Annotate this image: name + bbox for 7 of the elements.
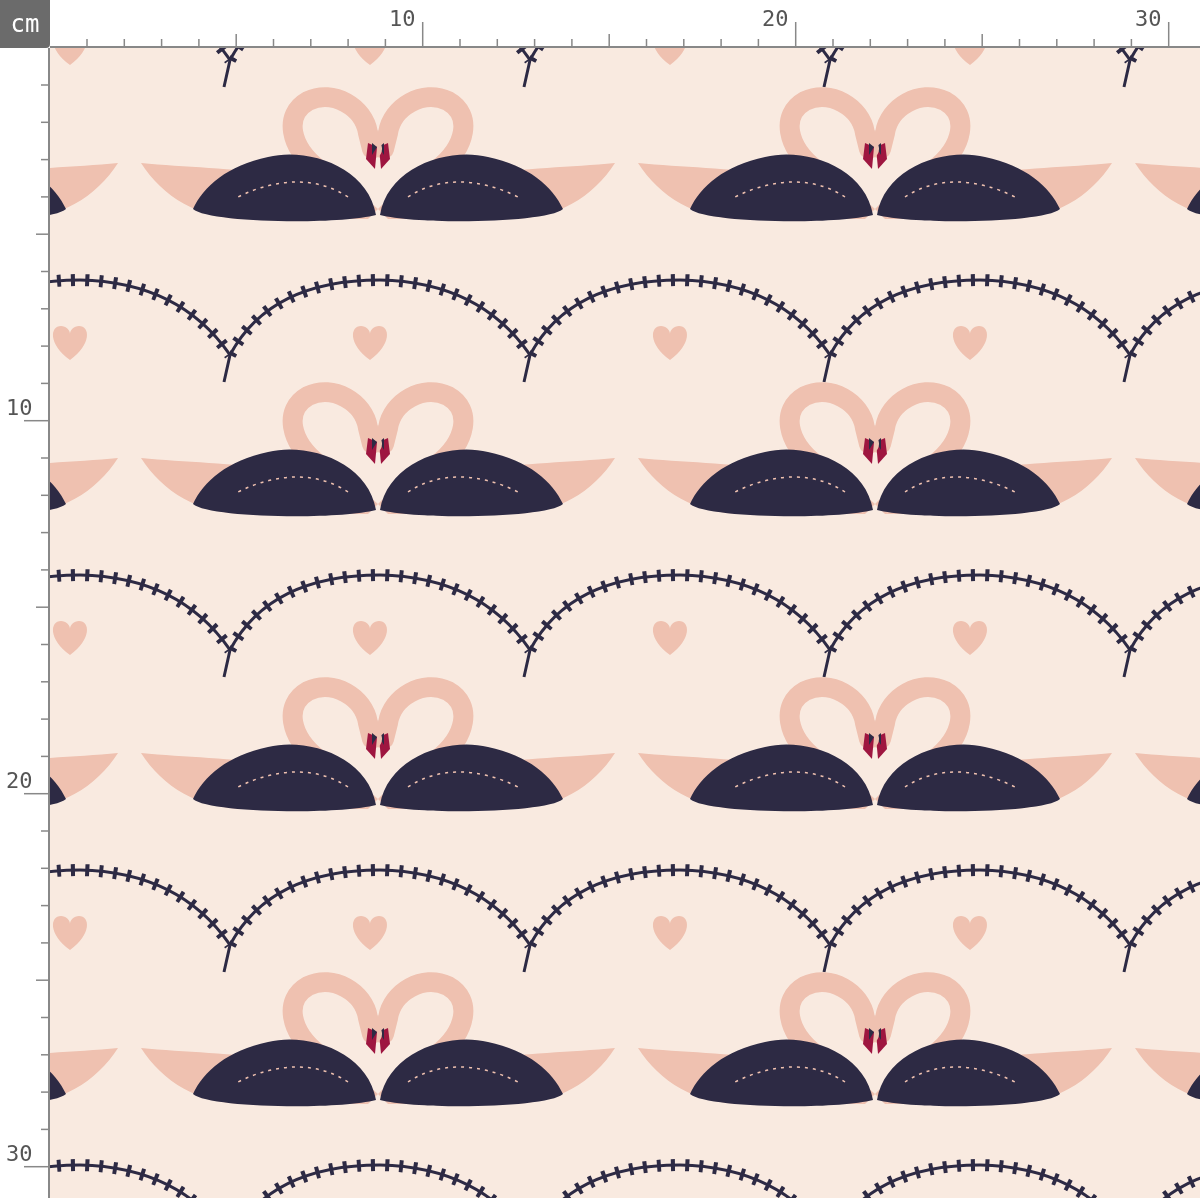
ruler-number: 20 [762, 8, 789, 30]
ruler-number: 30 [1135, 8, 1162, 30]
ruler-number: 10 [389, 8, 416, 30]
ruler-number: 30 [6, 1143, 33, 1165]
unit-label: cm [0, 0, 50, 48]
ruler-number: 20 [6, 770, 33, 792]
ruler-number: 10 [6, 397, 33, 419]
